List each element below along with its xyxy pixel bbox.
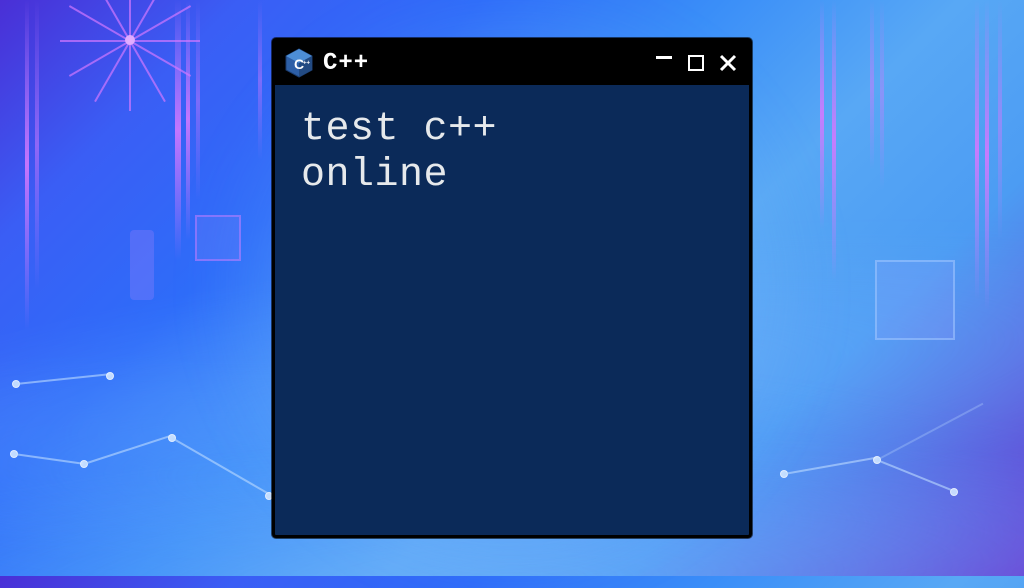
titlebar[interactable]: C ++ C++ (275, 41, 749, 85)
svg-text:++: ++ (303, 61, 311, 67)
window-controls (653, 52, 739, 74)
app-window: C ++ C++ test c++ online (272, 38, 752, 538)
cpp-hex-icon: C ++ (285, 48, 313, 78)
close-button[interactable] (717, 52, 739, 74)
window-title: C++ (323, 50, 369, 77)
minimize-button[interactable] (653, 46, 675, 68)
window-body: test c++ online (275, 85, 749, 535)
maximize-button[interactable] (685, 52, 707, 74)
